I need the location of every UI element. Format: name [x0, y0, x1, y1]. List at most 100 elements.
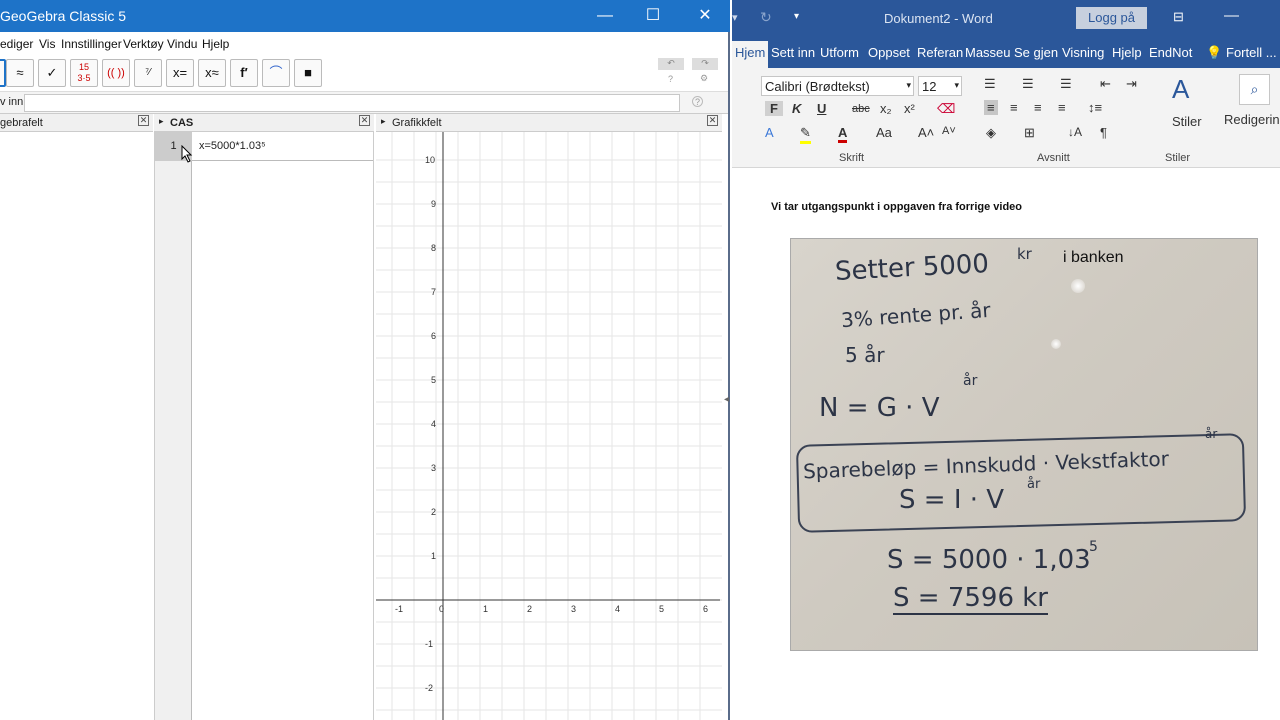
bullets-icon[interactable]: ☰: [984, 76, 996, 92]
clear-format-icon[interactable]: ⌫: [937, 101, 955, 117]
cas-view[interactable]: 1 x=5000*1.03⁵: [154, 132, 374, 720]
settings-gear-icon[interactable]: ⚙: [700, 73, 708, 84]
ribbon-display-icon[interactable]: ⊟: [1173, 9, 1184, 25]
shrink-font-button[interactable]: A˅: [942, 125, 956, 137]
increase-indent-icon[interactable]: ⇥: [1126, 76, 1137, 92]
algebra-title: gebrafelt: [0, 117, 43, 129]
tab-view[interactable]: Visning: [1062, 45, 1104, 60]
menu-edit[interactable]: ediger: [0, 37, 33, 51]
styles-icon[interactable]: A: [1172, 74, 1189, 105]
tab-references[interactable]: Referan: [917, 45, 963, 60]
multilevel-icon[interactable]: ☰: [1060, 76, 1072, 92]
line-spacing-icon[interactable]: ↕≡: [1088, 100, 1102, 115]
align-center-icon[interactable]: ≡: [1010, 100, 1018, 115]
y-tick-label: 10: [425, 155, 435, 165]
chevron-down-icon: ▾: [954, 80, 959, 90]
typed-text-box[interactable]: i banken: [1063, 249, 1124, 267]
tab-endnote[interactable]: EndNot: [1149, 45, 1192, 60]
highlight-button[interactable]: ✎: [800, 125, 811, 144]
document-paragraph[interactable]: Vi tar utgangspunkt i oppgaven fra forri…: [771, 201, 1022, 213]
numeric-tool[interactable]: ≈: [6, 59, 34, 87]
graphics-title: Grafikkfelt: [392, 117, 442, 129]
tab-help[interactable]: Hjelp: [1112, 45, 1142, 60]
tab-home[interactable]: Hjem: [732, 41, 769, 68]
graphics-close-icon[interactable]: ✕: [707, 115, 718, 126]
text-effects-button[interactable]: A: [765, 125, 774, 140]
tab-insert[interactable]: Sett inn: [771, 45, 815, 60]
graphics-canvas[interactable]: -1 0 1 2 3 4 5 6 10 9 8 7 6 5 4 3 2 1 -1 -2: [376, 132, 722, 720]
close-button[interactable]: ✕: [682, 0, 728, 32]
ribbon: Calibri (Brødtekst) ▾ 12 ▾ F K U abc x₂ …: [732, 68, 1280, 168]
search-icon[interactable]: ⌕: [1239, 74, 1270, 105]
x-tick-label: 5: [659, 604, 664, 614]
minimize-button[interactable]: —: [1224, 7, 1239, 24]
menu-window[interactable]: Vindu: [167, 37, 197, 51]
tab-mailings[interactable]: Masseu: [965, 45, 1011, 60]
styles-button-label[interactable]: Stiler: [1172, 114, 1202, 129]
align-right-icon[interactable]: ≡: [1034, 100, 1042, 115]
font-name-value: Calibri (Brødtekst): [765, 79, 870, 94]
graphics-collapse-icon[interactable]: ▸: [381, 116, 386, 127]
input-field[interactable]: [24, 94, 680, 112]
expand-tool[interactable]: (( )): [102, 59, 130, 87]
help-icon[interactable]: ?: [668, 74, 673, 84]
redo-icon[interactable]: ↻: [760, 9, 772, 26]
customize-qat-icon[interactable]: ▾: [794, 11, 799, 22]
keep-input-tool[interactable]: ✓: [38, 59, 66, 87]
tab-review[interactable]: Se gjen: [1014, 45, 1058, 60]
factor-tool[interactable]: 15 3·5: [70, 59, 98, 87]
tell-me-box[interactable]: Fortell ...: [1226, 45, 1277, 60]
login-button[interactable]: Logg på: [1076, 7, 1147, 29]
borders-icon[interactable]: ⊞: [1024, 125, 1035, 141]
menu-settings[interactable]: Innstillinger: [61, 37, 122, 51]
subscript-button[interactable]: x₂: [880, 101, 892, 116]
input-help-icon[interactable]: ?: [692, 96, 703, 107]
qat-dropdown-icon[interactable]: ▾: [732, 11, 738, 24]
whiteboard-photo[interactable]: Setter 5000 kr i banken 3% rente pr. år …: [790, 238, 1258, 651]
graphics-view[interactable]: -1 0 1 2 3 4 5 6 10 9 8 7 6 5 4 3 2 1 -1 -2: [376, 132, 722, 720]
font-size-select[interactable]: 12 ▾: [918, 76, 962, 96]
minimize-button[interactable]: —: [582, 0, 628, 32]
y-tick-label: 8: [431, 243, 436, 253]
menu-help[interactable]: Hjelp: [202, 37, 229, 51]
tab-design[interactable]: Utform: [820, 45, 859, 60]
x-tick-label: -1: [395, 604, 403, 614]
justify-icon[interactable]: ≡: [1058, 100, 1066, 115]
superscript-button[interactable]: x²: [904, 101, 915, 116]
sort-icon[interactable]: ↓A: [1068, 125, 1082, 139]
show-marks-icon[interactable]: ¶: [1100, 125, 1107, 140]
algebra-close-icon[interactable]: ✕: [138, 115, 149, 126]
cas-collapse-icon[interactable]: ▸: [159, 116, 164, 127]
bold-button[interactable]: F: [765, 101, 783, 116]
solve-numerically-tool[interactable]: x≈: [198, 59, 226, 87]
cas-row-input[interactable]: x=5000*1.03⁵: [199, 140, 266, 152]
derivative-tool[interactable]: f′: [230, 59, 258, 87]
editing-button-label[interactable]: Redigering: [1224, 112, 1280, 127]
change-case-button[interactable]: Aa: [876, 125, 892, 140]
x-tick-label: 6: [703, 604, 708, 614]
font-name-select[interactable]: Calibri (Brødtekst) ▾: [761, 76, 914, 96]
probability-tool[interactable]: ⌒: [262, 59, 290, 87]
cas-close-icon[interactable]: ✕: [359, 115, 370, 126]
substitute-tool[interactable]: ⁷⁄: [134, 59, 162, 87]
solve-tool[interactable]: x=: [166, 59, 194, 87]
decrease-indent-icon[interactable]: ⇤: [1100, 76, 1111, 92]
italic-button[interactable]: K: [792, 101, 801, 116]
align-left-icon[interactable]: ≡: [984, 100, 998, 115]
numbering-icon[interactable]: ☰: [1022, 76, 1034, 92]
panel-splitter-icon[interactable]: ◂: [724, 394, 729, 405]
menu-tools[interactable]: Verktøy: [123, 37, 164, 51]
delete-tool[interactable]: ■: [294, 59, 322, 87]
menu-view[interactable]: Vis: [39, 37, 55, 51]
redo-icon[interactable]: ↷: [692, 58, 718, 70]
tab-layout[interactable]: Oppset: [868, 45, 910, 60]
strikethrough-button[interactable]: abc: [852, 103, 870, 115]
grow-font-button[interactable]: A˄: [918, 125, 934, 140]
shading-icon[interactable]: ◈: [986, 125, 996, 141]
maximize-button[interactable]: ☐: [630, 0, 676, 32]
undo-icon[interactable]: ↶: [658, 58, 684, 70]
document-page[interactable]: Vi tar utgangspunkt i oppgaven fra forri…: [732, 169, 1280, 720]
underline-button[interactable]: U: [817, 101, 826, 116]
font-color-button[interactable]: A: [838, 125, 848, 143]
algebra-view[interactable]: [0, 132, 153, 720]
